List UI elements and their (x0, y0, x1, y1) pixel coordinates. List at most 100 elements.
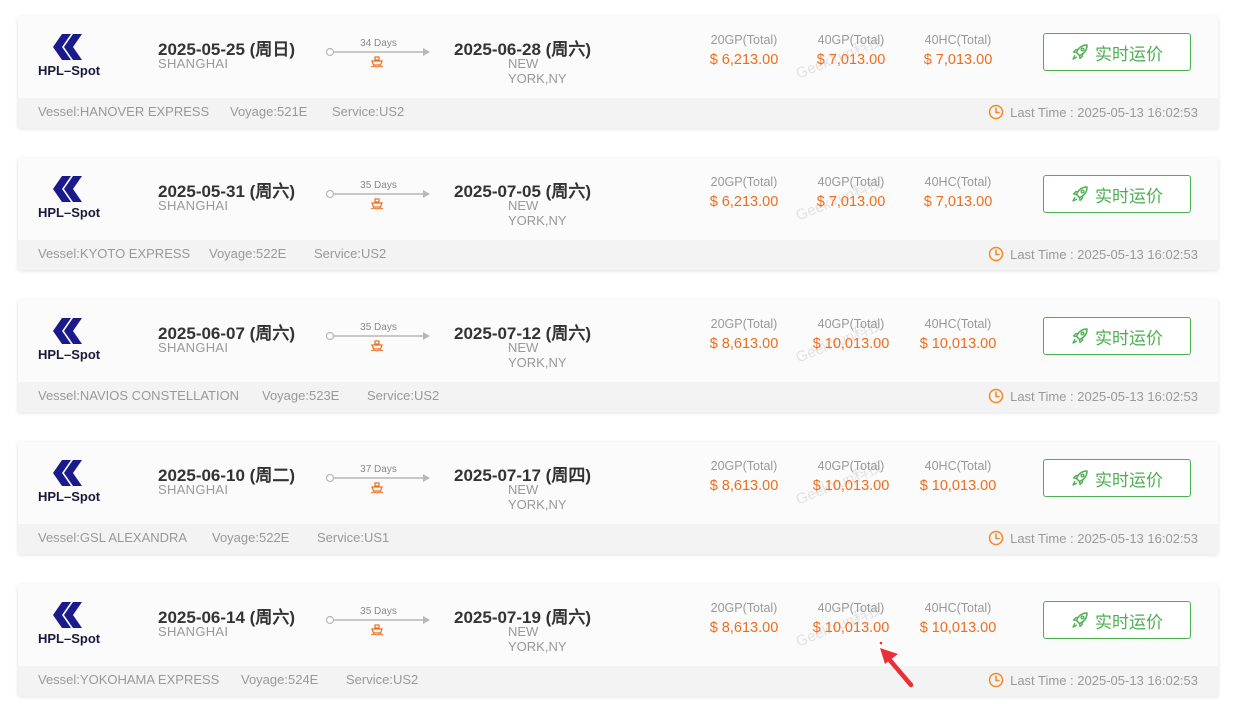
price-40hc: 40HC(Total) $ 7,013.00 (913, 33, 1003, 68)
realtime-rate-button[interactable]: 实时运价 (1043, 33, 1191, 71)
schedule-card: HPL–Spot 2025-06-14 (周六) SHANGHAI 35 Day… (18, 584, 1218, 696)
carrier-logo: HPL–Spot (38, 176, 108, 220)
price-value: $ 10,013.00 (812, 620, 890, 636)
price-value: $ 6,213.00 (709, 52, 779, 68)
last-updated: Last Time : 2025-05-13 16:02:53 (988, 388, 1198, 404)
service-code: Service:US2 (314, 246, 387, 261)
price-value: $ 10,013.00 (919, 620, 997, 636)
vessel-name: Vessel:HANOVER EXPRESS (38, 104, 210, 119)
price-40hc: 40HC(Total) $ 7,013.00 (913, 175, 1003, 210)
price-label: 40GP(Total) (817, 175, 885, 189)
realtime-rate-label: 实时运价 (1095, 186, 1163, 206)
vessel-name: Vessel:KYOTO EXPRESS (38, 246, 191, 261)
rocket-icon (1072, 186, 1088, 202)
service-code: Service:US2 (332, 104, 405, 119)
last-updated: Last Time : 2025-05-13 16:02:53 (988, 104, 1198, 120)
price-label: 20GP(Total) (710, 601, 778, 615)
price-label: 40GP(Total) (817, 601, 885, 615)
schedule-summary: HPL–Spot 2025-05-25 (周日) SHANGHAI 34 Day… (18, 16, 1218, 98)
realtime-rate-button[interactable]: 实时运价 (1043, 601, 1191, 639)
carrier-logo: HPL–Spot (38, 602, 108, 646)
schedule-card: HPL–Spot 2025-06-07 (周六) SHANGHAI 35 Day… (18, 300, 1218, 412)
price-label: 40GP(Total) (817, 33, 885, 47)
rocket-icon (1072, 612, 1088, 628)
last-updated-text: Last Time : 2025-05-13 16:02:53 (1010, 530, 1198, 546)
carrier-name: HPL–Spot (38, 63, 101, 78)
price-label: 20GP(Total) (710, 33, 778, 47)
price-label: 40HC(Total) (924, 317, 992, 331)
realtime-rate-button[interactable]: 实时运价 (1043, 459, 1191, 497)
carrier-logo: HPL–Spot (38, 460, 108, 504)
hapag-lloyd-logo-icon (53, 318, 82, 344)
last-updated-text: Last Time : 2025-05-13 16:02:53 (1010, 672, 1198, 688)
vessel-name: Vessel:NAVIOS CONSTELLATION (38, 388, 240, 403)
departure-port: SHANGHAI (158, 624, 229, 639)
vessel-name: Vessel:YOKOHAMA EXPRESS (38, 672, 220, 687)
rocket-icon (1072, 470, 1088, 486)
vessel-info-bar: Vessel:NAVIOS CONSTELLATION Voyage:523E … (18, 382, 1218, 412)
last-updated-text: Last Time : 2025-05-13 16:02:53 (1010, 246, 1198, 262)
carrier-logo: HPL–Spot (38, 318, 108, 362)
schedule-card: HPL–Spot 2025-05-31 (周六) SHANGHAI 35 Day… (18, 158, 1218, 270)
price-value: $ 7,013.00 (923, 194, 993, 210)
voyage-number: Voyage:522E (212, 530, 290, 545)
schedule-card: HPL–Spot 2025-05-25 (周日) SHANGHAI 34 Day… (18, 16, 1218, 128)
schedule-card: HPL–Spot 2025-06-10 (周二) SHANGHAI 37 Day… (18, 442, 1218, 554)
price-label: 40GP(Total) (817, 459, 885, 473)
vessel-name: Vessel:GSL ALEXANDRA (38, 530, 188, 545)
price-label: 40GP(Total) (817, 317, 885, 331)
service-code: Service:US1 (317, 530, 390, 545)
price-value: $ 8,613.00 (709, 336, 779, 352)
carrier-name: HPL–Spot (38, 205, 101, 220)
last-updated: Last Time : 2025-05-13 16:02:53 (988, 672, 1198, 688)
price-value: $ 8,613.00 (709, 620, 779, 636)
service-code: Service:US2 (367, 388, 440, 403)
carrier-name: HPL–Spot (38, 631, 101, 646)
arrival-port: NEW YORK,NY (508, 624, 567, 654)
schedule-summary: HPL–Spot 2025-06-10 (周二) SHANGHAI 37 Day… (18, 442, 1218, 524)
realtime-rate-button[interactable]: 实时运价 (1043, 175, 1191, 213)
price-20gp: 20GP(Total) $ 8,613.00 (699, 459, 789, 494)
price-40gp: 40GP(Total) $ 10,013.00 (806, 459, 896, 494)
hapag-lloyd-logo-icon (53, 602, 82, 628)
price-value: $ 10,013.00 (812, 336, 890, 352)
realtime-rate-button[interactable]: 实时运价 (1043, 317, 1191, 355)
rocket-icon (1072, 44, 1088, 60)
schedule-summary: HPL–Spot 2025-06-14 (周六) SHANGHAI 35 Day… (18, 584, 1218, 666)
last-updated-text: Last Time : 2025-05-13 16:02:53 (1010, 388, 1198, 404)
price-40gp: 40GP(Total) $ 7,013.00 (806, 175, 896, 210)
last-updated-text: Last Time : 2025-05-13 16:02:53 (1010, 104, 1198, 120)
annotation-arrow-icon (879, 641, 914, 688)
clock-icon (988, 104, 1004, 120)
price-40gp: 40GP(Total) $ 10,013.00 (806, 601, 896, 636)
departure-port: SHANGHAI (158, 340, 229, 355)
last-updated: Last Time : 2025-05-13 16:02:53 (988, 530, 1198, 546)
vessel-info-bar: Vessel:GSL ALEXANDRA Voyage:522E Service… (18, 524, 1218, 554)
clock-icon (988, 388, 1004, 404)
voyage-number: Voyage:522E (209, 246, 287, 261)
carrier-name: HPL–Spot (38, 489, 101, 504)
ship-icon (370, 624, 384, 636)
hapag-lloyd-logo-icon (53, 176, 82, 202)
route-indicator: 35 Days (326, 322, 431, 356)
hapag-lloyd-logo-icon (53, 460, 82, 486)
realtime-rate-label: 实时运价 (1095, 470, 1163, 490)
carrier-name: HPL–Spot (38, 347, 101, 362)
vessel-info-bar: Vessel:YOKOHAMA EXPRESS Voyage:524E Serv… (18, 666, 1218, 696)
price-value: $ 10,013.00 (919, 336, 997, 352)
ship-icon (370, 340, 384, 352)
price-label: 40HC(Total) (924, 33, 992, 47)
voyage-number: Voyage:523E (262, 388, 340, 403)
arrival-port: NEW YORK,NY (508, 482, 567, 512)
schedule-list: HPL–Spot 2025-05-25 (周日) SHANGHAI 34 Day… (0, 0, 1238, 704)
price-label: 20GP(Total) (710, 459, 778, 473)
price-label: 20GP(Total) (710, 317, 778, 331)
vessel-info-bar: Vessel:HANOVER EXPRESS Voyage:521E Servi… (18, 98, 1218, 128)
clock-icon (988, 246, 1004, 262)
price-40hc: 40HC(Total) $ 10,013.00 (913, 601, 1003, 636)
route-indicator: 35 Days (326, 606, 431, 640)
ship-icon (370, 482, 384, 494)
price-label: 40HC(Total) (924, 459, 992, 473)
last-updated: Last Time : 2025-05-13 16:02:53 (988, 246, 1198, 262)
ship-icon (370, 56, 384, 68)
